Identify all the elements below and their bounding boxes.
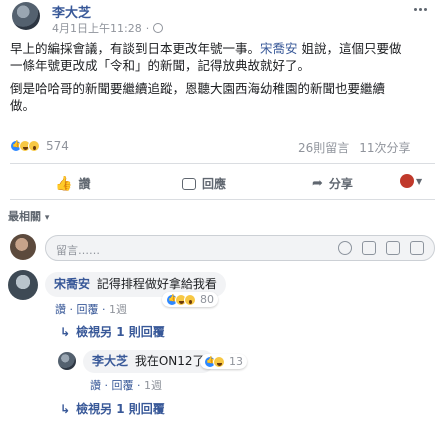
camera-icon[interactable] (362, 241, 376, 255)
reply-actions: 讚 · 回覆 · 1週 (90, 379, 162, 392)
comment-author-name[interactable]: 宋喬安 (54, 277, 90, 291)
reply-bubble: 李大芝 我在ON12了 (83, 350, 214, 373)
wow-reaction-icon (184, 293, 196, 306)
comment-reply-link[interactable]: 回覆 (77, 303, 99, 316)
thumbs-up-icon: 👍 (55, 175, 73, 192)
engagement-counts: 26則留言 11次分享 (298, 139, 411, 156)
composer-icons (338, 241, 424, 255)
reaction-count[interactable]: 574 (46, 139, 69, 153)
reply-reaction-badge[interactable]: 13 (200, 354, 247, 369)
reaction-summary[interactable]: 574 (10, 139, 69, 153)
sort-caret-icon: ▾ (44, 213, 50, 223)
reply-author-avatar[interactable] (58, 352, 76, 370)
divider-top (10, 163, 435, 164)
comment-like-link[interactable]: 讚 (55, 303, 66, 316)
small-avatar (400, 174, 414, 188)
post-options-icon[interactable] (414, 8, 427, 11)
divider-bottom (10, 199, 435, 200)
post-body: 早上的編採會議，有談到日本更改年號一事。宋喬安 姐說，這個只要做 一條年號更改成… (10, 40, 438, 114)
wow-reaction-icon (28, 140, 40, 152)
comment-reaction-count: 80 (200, 293, 214, 306)
comment-input-placeholder: 留言…… (56, 244, 100, 257)
comment-sort-dropdown[interactable]: 最相關 ▾ (8, 208, 49, 224)
comment-text: 記得排程做好拿給我看 (96, 277, 217, 291)
comment-input[interactable]: 留言…… (45, 235, 435, 261)
post-line-4: 做。 (10, 98, 36, 113)
emoji-icon[interactable] (338, 241, 352, 255)
haha-reaction-icon (213, 355, 225, 368)
comment-author-avatar[interactable] (8, 270, 38, 300)
post-author-avatar[interactable] (12, 2, 40, 30)
reply-text: 我在ON12了 (134, 354, 205, 368)
react-as-avatar[interactable]: ▼ (400, 174, 422, 188)
comments-count[interactable]: 26則留言 (298, 139, 349, 156)
post-time[interactable]: 4月1日上午11:28 (52, 20, 142, 36)
post-line-1: 早上的編採會議，有談到日本更改年號一事。宋喬安 姐說，這個只要做 (10, 41, 402, 56)
comment-time[interactable]: 1週 (109, 303, 127, 316)
share-arrow-icon: ➦ (312, 176, 323, 191)
sticker-icon[interactable] (410, 241, 424, 255)
reply-arrow-icon: ↳ (60, 324, 71, 339)
reply-like-link[interactable]: 讚 (90, 379, 101, 392)
mention-link[interactable]: 宋喬安 (260, 41, 298, 56)
reply-author-name[interactable]: 李大芝 (92, 354, 128, 368)
reply-reaction-count: 13 (229, 355, 243, 368)
post-line-2: 一條年號更改成「令和」的新聞，記得放典故就好了。 (10, 58, 311, 73)
reply-reply-link[interactable]: 回覆 (112, 379, 134, 392)
share-button[interactable]: ➦ 分享 (312, 175, 353, 192)
audience-separator: · (145, 21, 150, 35)
view-more-replies-2[interactable]: ↳ 檢視另 1 則回覆 (60, 400, 165, 417)
shares-count[interactable]: 11次分享 (359, 139, 410, 156)
gif-icon[interactable] (386, 241, 400, 255)
view-more-replies-1[interactable]: ↳ 檢視另 1 則回覆 (60, 323, 165, 340)
chevron-down-icon: ▼ (416, 176, 423, 186)
globe-icon (153, 23, 164, 33)
comment-icon (182, 177, 196, 190)
reply-arrow-icon: ↳ (60, 401, 71, 416)
composer-avatar (10, 234, 36, 260)
post-author-name[interactable]: 李大芝 (52, 2, 91, 21)
post-line-3: 倒是哈哈哥的新聞要繼續追蹤，恩聽大園西海幼稚園的新聞也要繼續 (10, 81, 386, 96)
like-button[interactable]: 👍 讚 (55, 175, 90, 192)
post-timestamp[interactable]: 4月1日上午11:28 · (52, 20, 164, 36)
comment-button[interactable]: 回應 (182, 175, 226, 192)
comment-reaction-badge[interactable]: 80 (162, 292, 218, 307)
comment-actions: 讚 · 回覆 · 1週 (55, 303, 127, 316)
reply-time[interactable]: 1週 (144, 379, 162, 392)
